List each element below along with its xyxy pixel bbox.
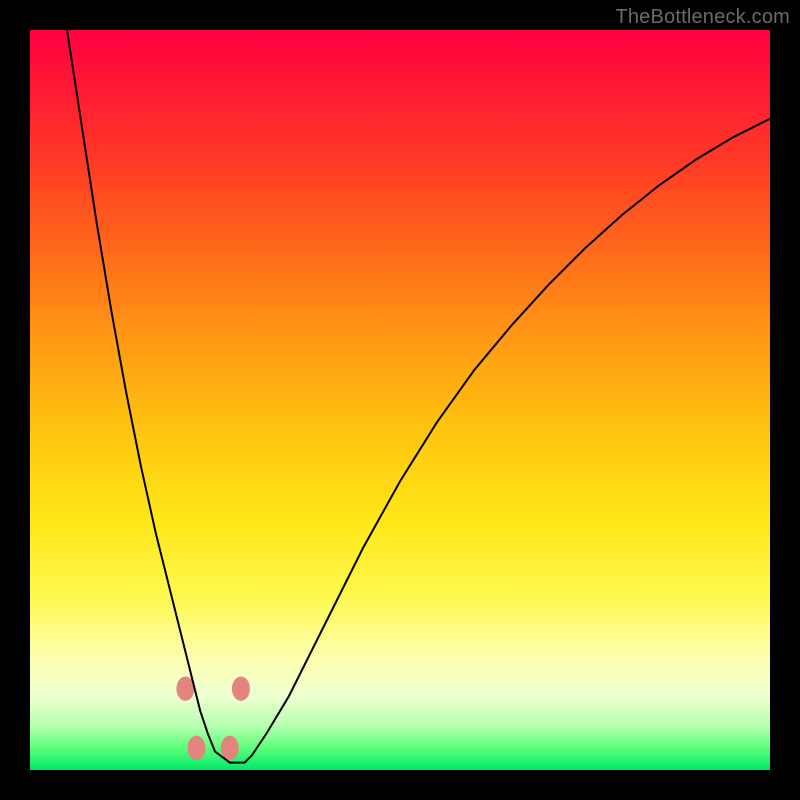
chart-frame: TheBottleneck.com xyxy=(0,0,800,800)
plot-area xyxy=(30,30,770,770)
marker-dot xyxy=(188,736,206,760)
watermark-text: TheBottleneck.com xyxy=(615,6,790,29)
chart-svg-layer xyxy=(30,30,770,770)
marker-dot xyxy=(232,676,250,700)
marker-dot xyxy=(221,736,239,760)
bottleneck-curve xyxy=(67,30,770,763)
